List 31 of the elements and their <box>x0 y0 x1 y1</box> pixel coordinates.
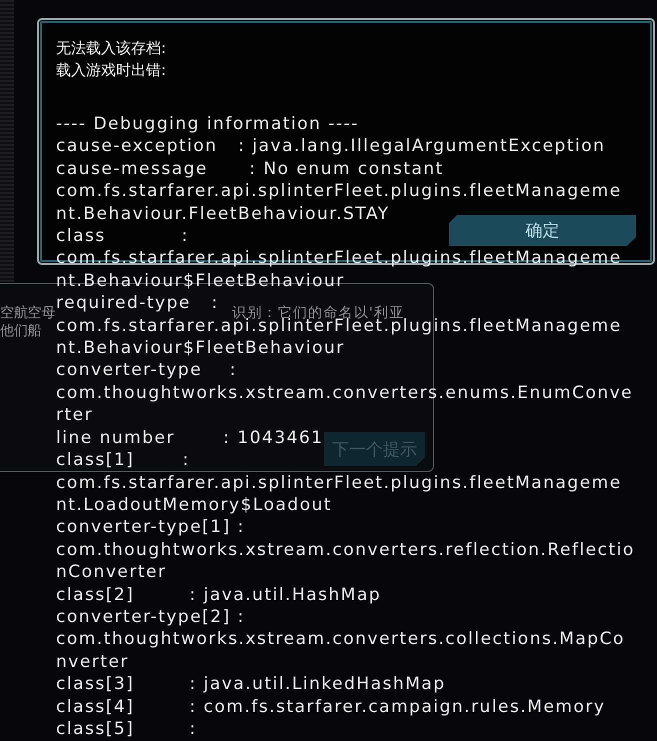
debug-text-line: nt.Behaviour$FleetBehaviour <box>56 337 345 360</box>
debug-text-line: com.thoughtworks.xstream.converters.collections.MapCo <box>56 628 625 651</box>
debug-text-line: converter-type[2] : <box>56 606 245 628</box>
debug-text-line: converter-type[1] : <box>56 516 245 539</box>
debug-text-line: com.thoughtworks.xstream.converters.enums.EnumConve <box>56 382 634 404</box>
debug-text-line: required-type : <box>56 292 219 315</box>
debug-text-line: class[2] : java.util.HashMap <box>56 584 382 606</box>
error-message: 载入游戏时出错: <box>56 60 166 81</box>
debug-text-line: nt.LoadoutMemory$Loadout <box>56 494 332 516</box>
debug-text-line: class : <box>56 225 189 248</box>
debug-text-line: com.thoughtworks.xstream.converters.reflection.Reflectio <box>56 538 635 562</box>
debug-text-line: com.fs.starfarer.api.splinterFleet.plugins.fleetManageme <box>56 472 622 494</box>
debug-text-line: rter <box>56 404 94 427</box>
debug-text-line: line number : 1043461 <box>56 426 324 450</box>
debug-text-line: cause-message : No enum constant <box>56 158 444 180</box>
debug-text-line: nConverter <box>56 561 166 584</box>
debug-text-line: nverter <box>56 650 129 674</box>
confirm-button[interactable]: 确定 <box>449 215 636 246</box>
debug-text-line: class[1] : <box>56 449 190 472</box>
debug-text-line: ---- Debugging information ---- <box>56 113 359 136</box>
debug-text-line: class[5] : <box>56 718 197 740</box>
debug-text-line: converter-type : <box>56 359 238 382</box>
debug-text-line: nt.Behaviour$FleetBehaviour <box>56 270 345 292</box>
debug-text-line: nt.Behaviour.FleetBehaviour.STAY <box>56 202 390 226</box>
debug-text-line: class[4] : com.fs.starfarer.campaign.rules.Memory <box>56 696 606 718</box>
tip-text: 空航空母 <box>0 304 56 322</box>
tip-text: 他们船 <box>0 322 42 340</box>
error-message: 无法载入该存档: <box>56 38 166 59</box>
debug-text-line: cause-exception : java.lang.IllegalArgumentException <box>56 135 606 158</box>
debug-text-line: com.fs.starfarer.api.splinterFleet.plugins.fleetManageme <box>56 180 622 203</box>
debug-text-line: class[3] : java.util.LinkedHashMap <box>56 673 446 696</box>
